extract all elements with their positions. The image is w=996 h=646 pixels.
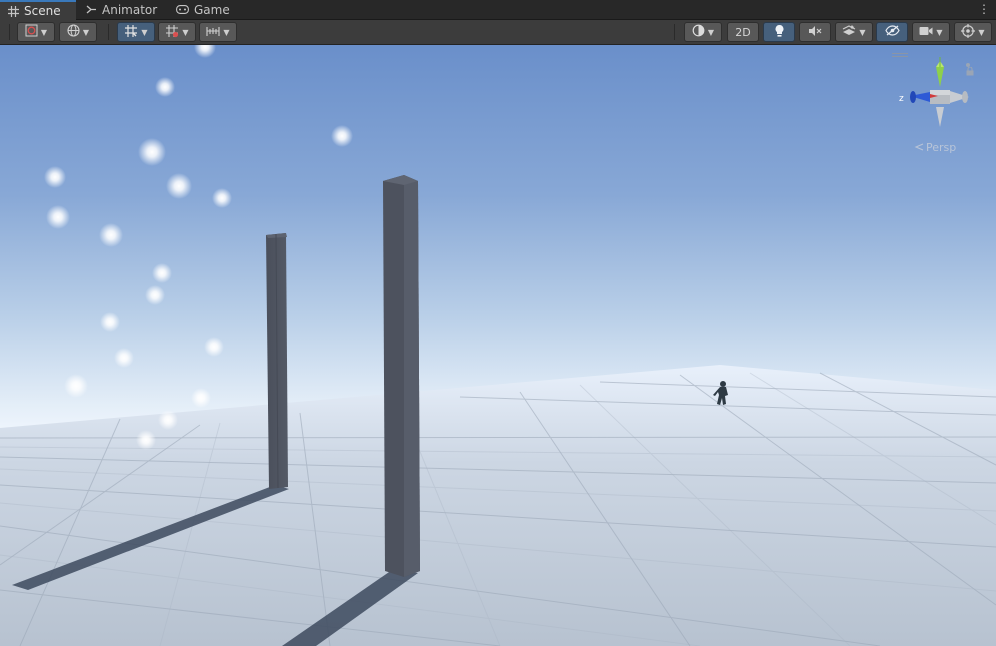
- toolbar-separator: [108, 24, 109, 40]
- lock-icon[interactable]: [966, 61, 974, 76]
- hidden-eye-icon: [884, 25, 900, 39]
- lighting-toggle[interactable]: [763, 22, 795, 42]
- animator-icon: [86, 4, 97, 15]
- chevron-down-icon: ▼: [82, 27, 90, 37]
- more-options-icon[interactable]: ⋮: [978, 2, 990, 16]
- tab-game[interactable]: Game: [168, 0, 240, 19]
- gizmos-icon: [961, 23, 976, 41]
- gizmos-dropdown[interactable]: ▼: [954, 22, 992, 42]
- camera-settings-dropdown[interactable]: ▼: [912, 22, 950, 42]
- tab-animator-label: Animator: [102, 2, 158, 17]
- chevron-down-icon: ▼: [223, 27, 230, 37]
- pillar-right: [383, 175, 420, 577]
- effects-dropdown[interactable]: ▼: [835, 22, 873, 42]
- globe-icon: [67, 24, 80, 40]
- audio-toggle[interactable]: [799, 22, 831, 42]
- tab-scene-label: Scene: [24, 4, 61, 18]
- mode-2d-toggle[interactable]: 2D: [727, 22, 759, 42]
- draw-mode-dropdown[interactable]: ▼: [17, 22, 55, 42]
- draw-mode-icon: [25, 24, 38, 40]
- toolbar-separator: [674, 24, 675, 40]
- gizmo-menu-icon[interactable]: [892, 53, 908, 54]
- window-tab-bar: Scene Animator Game ⋮: [0, 0, 996, 20]
- toolbar-grip: [9, 24, 10, 40]
- shading-mode-dropdown[interactable]: ▼: [684, 22, 722, 42]
- z-axis-label: z: [899, 94, 904, 104]
- chevron-down-icon: ▼: [978, 27, 985, 37]
- scene-toolbar: ▼ ▼ ▼ ▼ ▼ ▼ 2D ▼ ▼ ▼: [0, 20, 996, 45]
- tab-scene[interactable]: Scene: [0, 0, 76, 20]
- scene-canvas: z: [0, 45, 996, 646]
- gamepad-icon: [176, 4, 189, 15]
- chevron-left-icon: [914, 141, 924, 154]
- chevron-down-icon: ▼: [707, 27, 715, 37]
- scene-viewport[interactable]: z Persp: [0, 45, 996, 646]
- increment-snap-toggle[interactable]: ▼: [158, 22, 196, 42]
- tab-animator[interactable]: Animator: [78, 0, 166, 19]
- lightbulb-icon: [774, 24, 785, 41]
- ruler-icon: [206, 25, 220, 40]
- chevron-down-icon: ▼: [859, 27, 866, 37]
- audio-muted-icon: [808, 25, 822, 40]
- render-options-dropdown[interactable]: ▼: [59, 22, 97, 42]
- grid-snap-icon: [124, 24, 138, 41]
- increment-snap-icon: [165, 24, 179, 41]
- projection-toggle[interactable]: Persp: [914, 141, 956, 154]
- chevron-down-icon: ▼: [141, 27, 148, 37]
- tab-game-label: Game: [194, 2, 230, 17]
- shading-mode-icon: [692, 24, 705, 40]
- mode-2d-label: 2D: [735, 25, 751, 39]
- pillar-left: [266, 233, 288, 489]
- effects-icon: [842, 24, 856, 40]
- chevron-down-icon: ▼: [936, 27, 943, 37]
- grid-icon: [8, 5, 19, 17]
- chevron-down-icon: ▼: [182, 27, 189, 37]
- camera-icon: [919, 26, 933, 39]
- scene-visibility-toggle[interactable]: [876, 22, 908, 42]
- projection-label: Persp: [926, 141, 957, 154]
- ruler-dropdown[interactable]: ▼: [199, 22, 237, 42]
- grid-snap-toggle[interactable]: ▼: [117, 22, 155, 42]
- chevron-down-icon: ▼: [40, 27, 48, 37]
